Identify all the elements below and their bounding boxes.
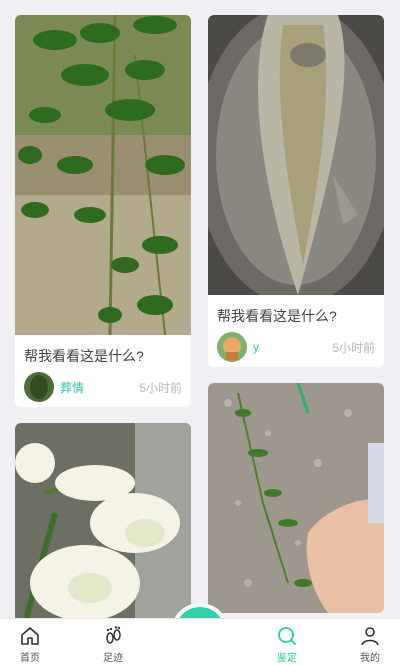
- home-icon: [21, 627, 39, 645]
- post-card[interactable]: [208, 383, 384, 613]
- tab-footprints[interactable]: 足迹: [83, 619, 143, 666]
- tab-mine[interactable]: 我的: [340, 619, 400, 666]
- tab-label: 鉴定: [277, 653, 297, 664]
- tab-identify[interactable]: 鉴定: [257, 619, 317, 666]
- post-card[interactable]: 帮我看看这是什么? 葬情 5小时前: [15, 15, 191, 407]
- avatar[interactable]: [217, 332, 247, 362]
- user-name[interactable]: y: [253, 340, 332, 354]
- post-time: 5小时前: [139, 380, 182, 395]
- tab-label: 我的: [360, 653, 380, 664]
- post-photo-fish[interactable]: [208, 15, 384, 295]
- tab-home[interactable]: 首页: [0, 619, 60, 666]
- tab-label: 首页: [20, 653, 40, 664]
- avatar[interactable]: [24, 372, 54, 402]
- post-question: 帮我看看这是什么?: [217, 308, 337, 324]
- post-meta: 葬情 5小时前: [24, 367, 182, 407]
- post-card[interactable]: [15, 423, 191, 618]
- user-name[interactable]: 葬情: [60, 379, 139, 396]
- post-photo-plant-leaves[interactable]: [15, 15, 191, 335]
- post-photo-seedling-hand[interactable]: [208, 383, 384, 613]
- feed-column-left: 帮我看看这是什么? 葬情 5小时前: [15, 15, 191, 618]
- feed-column-right: 帮我看看这是什么? y 5小时前: [208, 15, 384, 618]
- tab-label: 足迹: [103, 653, 123, 664]
- discovery-feed: 帮我看看这是什么? 葬情 5小时前 帮我看看这是什么? y 5小时前: [0, 0, 400, 618]
- bottom-tab-bar: 首页 足迹 鉴定 我的: [0, 618, 400, 666]
- post-question: 帮我看看这是什么?: [24, 348, 144, 364]
- post-card[interactable]: 帮我看看这是什么? y 5小时前: [208, 15, 384, 367]
- post-meta: y 5小时前: [217, 327, 375, 367]
- post-photo-white-flowers[interactable]: [15, 423, 191, 618]
- identify-icon: [278, 627, 296, 645]
- footprint-icon: [106, 626, 121, 644]
- profile-icon: [361, 627, 379, 646]
- post-time: 5小时前: [332, 340, 375, 355]
